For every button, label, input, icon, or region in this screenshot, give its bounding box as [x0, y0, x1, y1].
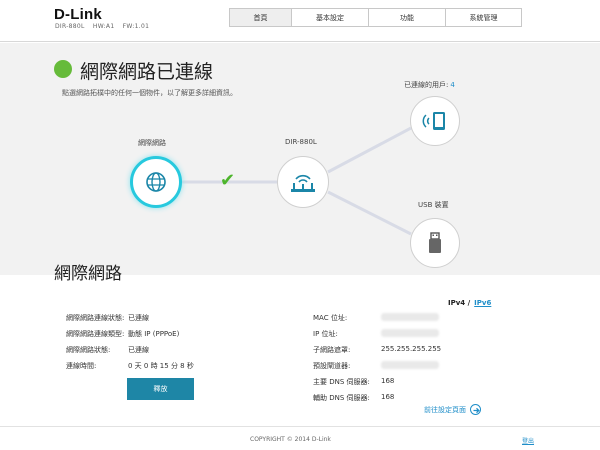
tab-settings[interactable]: 基本設定	[291, 8, 368, 27]
release-button[interactable]: 釋放	[127, 378, 194, 400]
info-key: 主要 DNS 伺服器:	[313, 378, 370, 386]
info-key: 網際網路連線狀態:	[66, 314, 125, 322]
info-value: 0 天 0 時 15 分 8 秒	[128, 362, 194, 370]
info-key: 輔助 DNS 伺服器:	[313, 394, 370, 402]
info-key: 網際網路狀態:	[66, 346, 111, 354]
clients-label-text: 已連線的用戶:	[404, 81, 449, 89]
internet-label: 網際網路	[138, 139, 166, 147]
status-indicator	[54, 60, 72, 78]
info-key: 連線時間:	[66, 362, 97, 370]
ipv4-label[interactable]: IPv4 /	[448, 299, 470, 307]
redacted-value	[381, 313, 439, 321]
info-value: 已連線	[128, 346, 149, 354]
clients-label: 已連線的用戶: 4	[404, 80, 455, 90]
info-value: 已連線	[128, 314, 149, 322]
info-key: IP 位址:	[313, 330, 338, 338]
hardware-version: HW:A1	[92, 23, 115, 30]
info-value	[381, 329, 439, 337]
tab-home[interactable]: 首頁	[229, 8, 291, 27]
model-name: DIR-880L	[55, 23, 85, 30]
status-title: 網際網路已連線	[80, 61, 214, 83]
info-value: 動態 IP (PPPoE)	[128, 330, 180, 338]
router-label: DIR-880L	[285, 138, 317, 146]
main-nav: 首頁 基本設定 功能 系統管理	[229, 8, 522, 27]
globe-icon	[146, 172, 166, 192]
arrow-right-icon	[470, 404, 481, 415]
info-value: 168	[381, 377, 395, 385]
tab-management[interactable]: 系統管理	[445, 8, 522, 27]
status-subtitle: 點選網路拓樸中的任何一個物件，以了解更多詳細資訊。	[62, 89, 237, 97]
tablet-icon	[422, 112, 445, 130]
footer-divider	[0, 426, 600, 427]
logout-link[interactable]: 登出	[522, 436, 534, 445]
info-key: 網際網路連線類型:	[66, 330, 125, 338]
info-key: 預設閘道器:	[313, 362, 351, 370]
info-value	[381, 361, 439, 369]
check-icon: ✔	[220, 170, 236, 191]
usb-drive-icon	[429, 232, 441, 253]
redacted-value	[381, 361, 439, 369]
clients-count: 4	[450, 81, 455, 89]
info-value	[381, 313, 439, 321]
clients-node[interactable]	[410, 96, 460, 146]
usb-node[interactable]	[410, 218, 460, 268]
router-node[interactable]	[277, 156, 329, 208]
go-settings-link[interactable]: 前往設定頁面	[424, 404, 481, 415]
section-title: 網際網路	[54, 264, 122, 284]
info-key: 子網路遮罩:	[313, 346, 351, 354]
info-value: 168	[381, 393, 395, 401]
firmware-version: FW:1.01	[122, 23, 150, 30]
go-settings-label: 前往設定頁面	[424, 405, 466, 414]
tab-features[interactable]: 功能	[368, 8, 445, 27]
ipv6-link[interactable]: IPv6	[474, 299, 491, 307]
header-bar: D-Link DIR-880L HW:A1 FW:1.01 首頁 基本設定 功能…	[0, 0, 600, 42]
redacted-value	[381, 329, 439, 337]
device-info: DIR-880L HW:A1 FW:1.01	[55, 23, 155, 30]
router-icon	[291, 174, 315, 192]
ip-version-toggle: IPv4 / IPv6	[448, 299, 491, 307]
dlink-logo[interactable]: D-Link	[54, 6, 102, 23]
info-value: 255.255.255.255	[381, 345, 442, 353]
usb-label: USB 裝置	[418, 201, 449, 209]
copyright-text: COPYRIGHT © 2014 D-Link	[250, 436, 331, 443]
info-key: MAC 位址:	[313, 314, 348, 322]
internet-node[interactable]	[130, 156, 182, 208]
